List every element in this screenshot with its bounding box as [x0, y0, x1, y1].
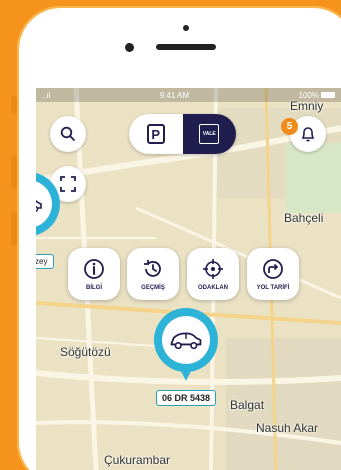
plate-label-partial: zey [36, 254, 55, 269]
front-camera [125, 43, 134, 52]
selected-car-pin[interactable] [154, 308, 218, 381]
map-label-cukurambar: Çukurambar [104, 453, 171, 467]
map-label-nasuh-akar: Nasuh Akar [256, 421, 319, 435]
focus-button[interactable]: ODAKLAN [187, 248, 239, 300]
signal-indicator: ..ıl [42, 90, 51, 100]
car-icon [36, 199, 42, 213]
selected-plate-label: 06 DR 5438 [156, 390, 217, 406]
map-label-sogutozu: Söğütözü [60, 345, 111, 359]
map-label-bahceli: Bahçeli [284, 211, 324, 225]
search-icon [60, 126, 75, 141]
app-screen: ..ıl 9:41 AM 100% Emniy Bahçeli Söğütözü… [36, 88, 341, 470]
focus-label: ODAKLAN [198, 284, 228, 291]
info-icon [84, 258, 104, 279]
parking-mode-option[interactable]: P [129, 114, 183, 154]
info-label: BİLGİ [86, 284, 102, 291]
parking-icon: P [146, 124, 165, 144]
focus-icon [203, 258, 223, 279]
bell-icon [301, 127, 315, 142]
history-icon [144, 259, 161, 277]
directions-button[interactable]: YOL TARİFİ [247, 248, 299, 300]
directions-label: YOL TARİFİ [256, 284, 290, 291]
proximity-sensor [183, 25, 189, 31]
history-button[interactable]: GEÇMİŞ [127, 248, 179, 300]
vale-mode-option[interactable]: VALE [182, 114, 236, 154]
search-button[interactable] [50, 116, 86, 152]
vale-icon: VALE [199, 124, 220, 144]
history-label: GEÇMİŞ [141, 284, 165, 291]
expand-icon [60, 176, 76, 192]
notification-count-badge: 5 [281, 118, 298, 135]
map-label-balgat: Balgat [230, 398, 265, 412]
mode-toggle[interactable]: P VALE [129, 114, 236, 154]
status-time: 9:41 AM [159, 90, 190, 100]
directions-icon [263, 258, 283, 279]
earpiece-speaker [156, 44, 216, 50]
info-button[interactable]: BİLGİ [68, 248, 120, 300]
car-icon [170, 332, 202, 350]
map-label-emniy: Emniy [290, 99, 324, 113]
